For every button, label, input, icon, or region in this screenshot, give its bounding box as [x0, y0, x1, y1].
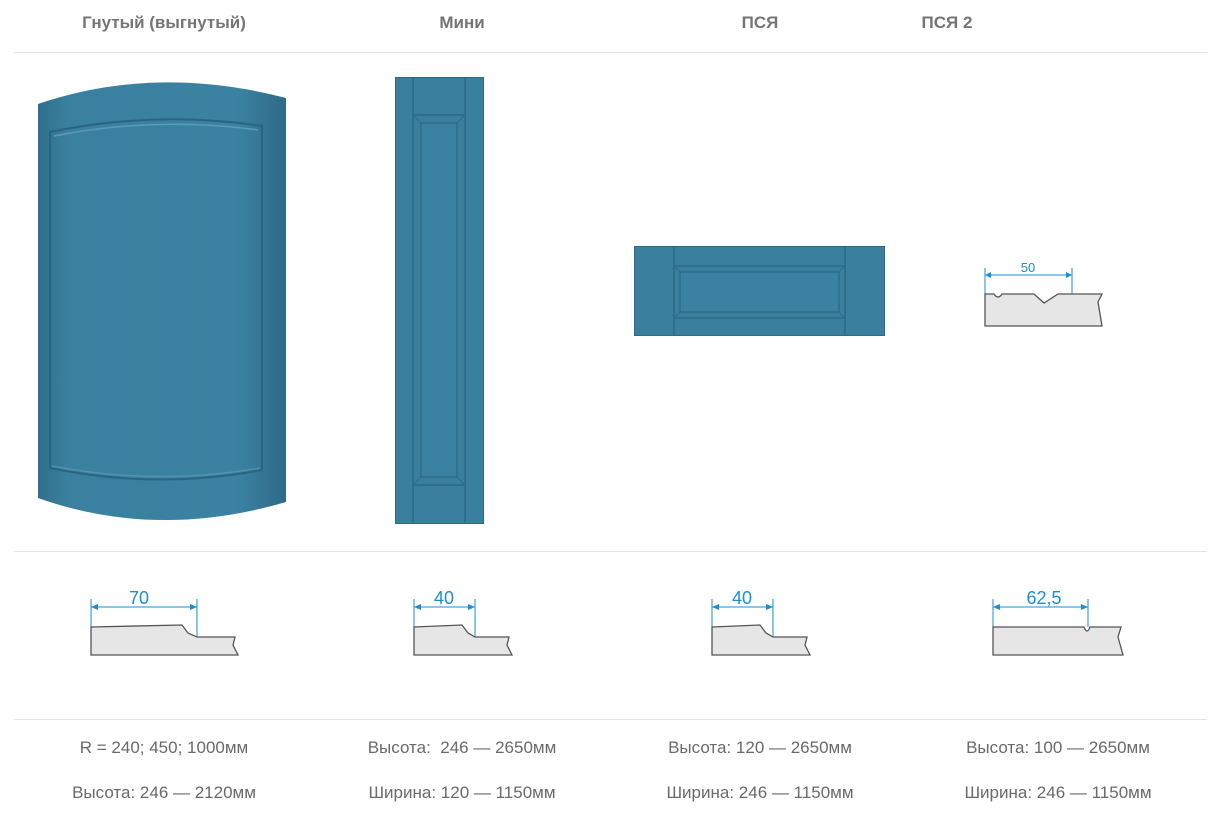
- spec-line-gnutyi-2: Высота: 246 — 2120мм: [72, 783, 256, 802]
- profile-psya2: 62,5: [992, 588, 1124, 656]
- profile-dimension-mini: 40: [434, 588, 454, 608]
- profile-top-psya2: 50: [984, 260, 1104, 327]
- profile-dimension-psya: 40: [732, 588, 752, 608]
- profile-psya: 40: [711, 588, 812, 656]
- column-title-mini: Мини: [439, 13, 485, 32]
- profile-gnutyi: 70: [90, 588, 240, 656]
- column-title-gnutyi: Гнутый (выгнутый): [82, 13, 246, 32]
- column-title-psya2: ПСЯ 2: [921, 13, 973, 32]
- facade-image-mini: [395, 77, 484, 524]
- spec-line-gnutyi-1: R = 240; 450; 1000мм: [79, 738, 249, 757]
- profile-dimension-gnutyi: 70: [129, 588, 149, 608]
- divider-bottom: [14, 719, 1207, 720]
- profile-mini: 40: [413, 588, 514, 656]
- spec-line-psya-2: Ширина: 246 — 1150мм: [666, 783, 854, 802]
- divider-middle: [14, 551, 1207, 552]
- spec-line-psya2-1: Высота: 100 — 2650мм: [966, 738, 1150, 757]
- facade-image-gnutyi: [38, 82, 286, 521]
- profile-dimension-psya2: 62,5: [1026, 588, 1061, 608]
- divider-top: [14, 52, 1207, 53]
- spec-line-mini-2: Ширина: 120 — 1150мм: [368, 783, 556, 802]
- facade-image-psya: [634, 246, 885, 336]
- spec-line-mini-1: Высота: 246 — 2650мм: [367, 738, 557, 757]
- profile-top-dimension-psya2: 50: [1021, 260, 1035, 275]
- spec-line-psya2-2: Ширина: 246 — 1150мм: [964, 783, 1152, 802]
- spec-line-psya-1: Высота: 120 — 2650мм: [668, 738, 852, 757]
- column-title-psya: ПСЯ: [741, 13, 779, 32]
